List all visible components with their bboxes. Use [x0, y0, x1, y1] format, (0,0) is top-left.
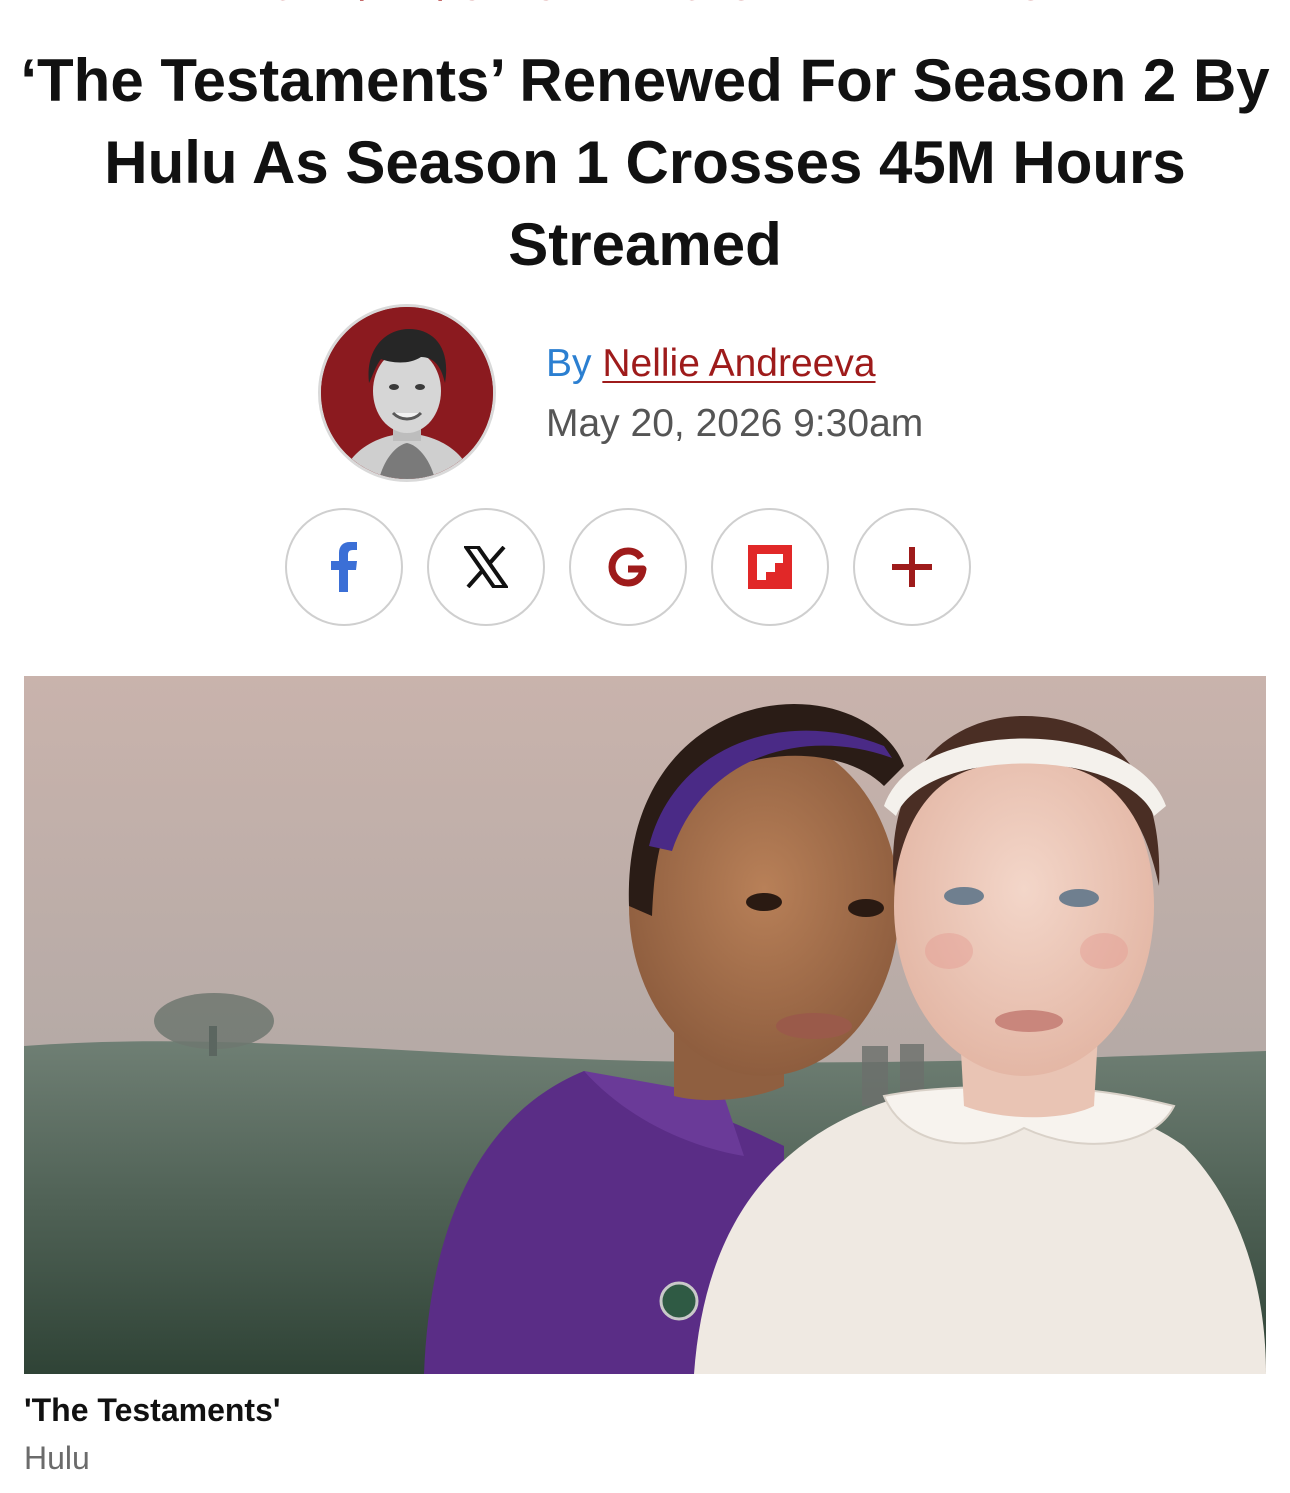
- breadcrumb[interactable]: HOME / TV / CANCELLATIONS AND RENEWALS: [0, 0, 1290, 8]
- hero-image[interactable]: [24, 676, 1266, 1374]
- publish-date: May 20, 2026 9:30am: [546, 402, 924, 445]
- share-facebook-button[interactable]: [285, 508, 403, 626]
- author-avatar[interactable]: [318, 304, 496, 482]
- share-buttons: [285, 508, 971, 628]
- article-headline: ‘The Testaments’ Renewed For Season 2 By…: [20, 47, 1270, 278]
- share-flipboard-button[interactable]: [711, 508, 829, 626]
- share-google-button[interactable]: [569, 508, 687, 626]
- image-caption-title: 'The Testaments': [24, 1392, 281, 1428]
- x-icon: [464, 546, 508, 588]
- share-more-button[interactable]: [853, 508, 971, 626]
- google-icon: [608, 547, 647, 587]
- author-photo: [321, 307, 493, 479]
- share-x-button[interactable]: [427, 508, 545, 626]
- hero-illustration: [24, 676, 1266, 1374]
- flipboard-icon: [748, 545, 792, 589]
- author-link[interactable]: Nellie Andreeva: [602, 342, 875, 385]
- image-caption-credit: Hulu: [24, 1440, 90, 1476]
- facebook-icon: [331, 542, 357, 592]
- byline: By Nellie Andreeva: [546, 340, 876, 388]
- article-page: HOME / TV / CANCELLATIONS AND RENEWALS ‘…: [0, 0, 1290, 1493]
- plus-icon: [892, 547, 932, 587]
- byline-prefix: By: [546, 342, 592, 385]
